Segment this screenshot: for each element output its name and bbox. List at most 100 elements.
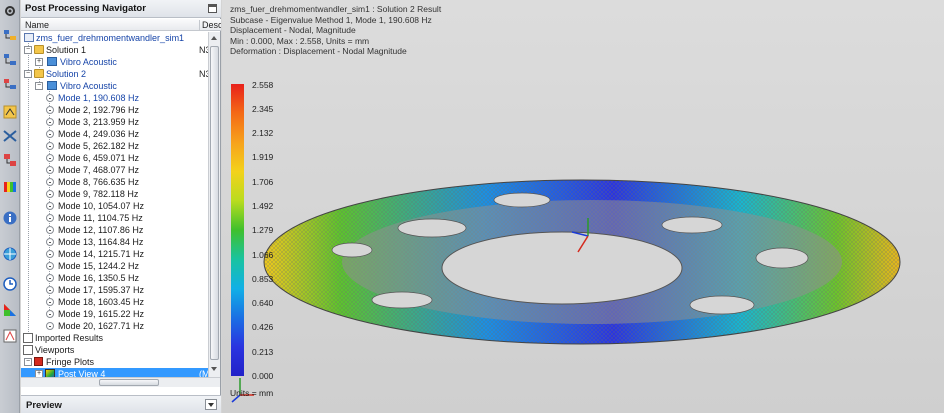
vertical-scrollbar[interactable] xyxy=(208,32,220,377)
part-navigator-icon[interactable] xyxy=(2,28,18,44)
mode-icon xyxy=(46,118,54,126)
system-materials-icon[interactable] xyxy=(2,328,18,344)
navigator-title: Post Processing Navigator xyxy=(25,3,146,14)
tree-item-viewports[interactable]: Viewports xyxy=(21,344,208,356)
column-description[interactable]: Desc xyxy=(199,20,221,30)
scrollbar-thumb[interactable] xyxy=(99,379,159,386)
tree-item-mode[interactable]: Mode 11, 1104.75 Hz xyxy=(21,212,208,224)
center-hole xyxy=(441,231,683,305)
mode-icon xyxy=(46,106,54,114)
tree-item-vibro-acoustic-2[interactable]: − Vibro Acoustic xyxy=(21,80,208,92)
mode-icon xyxy=(46,310,54,318)
tree-item-mode[interactable]: Mode 16, 1350.5 Hz xyxy=(21,272,208,284)
collapse-icon[interactable]: − xyxy=(24,46,32,54)
tree-item-mode[interactable]: Mode 14, 1215.71 Hz xyxy=(21,248,208,260)
fringe-plot-icon xyxy=(34,357,43,366)
folder-icon xyxy=(34,69,44,78)
tree-item-mode[interactable]: Mode 2, 192.796 Hz xyxy=(21,104,208,116)
scrollbar-thumb[interactable] xyxy=(210,46,219,360)
gear-icon[interactable] xyxy=(2,3,18,19)
mode-icon xyxy=(46,190,54,198)
mode-icon xyxy=(46,142,54,150)
maximize-icon[interactable] xyxy=(208,4,217,13)
navigator-tree: zms_fuer_drehmomentwandler_sim1 − Soluti… xyxy=(21,32,208,377)
legend-value: 0.853 xyxy=(252,274,274,284)
tree-item-mode[interactable]: Mode 1, 190.608 Hz xyxy=(21,92,208,104)
expand-icon[interactable]: + xyxy=(35,370,43,377)
constraint-navigator-icon[interactable] xyxy=(2,76,18,92)
mode-icon xyxy=(46,178,54,186)
mode-icon xyxy=(46,226,54,234)
tree-item-mode[interactable]: Mode 8, 766.635 Hz xyxy=(21,176,208,188)
simulation-navigator-icon[interactable] xyxy=(2,104,18,120)
tree-item-mode[interactable]: Mode 3, 213.959 Hz xyxy=(21,116,208,128)
mode-icon xyxy=(46,154,54,162)
tree-item-sim-file[interactable]: zms_fuer_drehmomentwandler_sim1 xyxy=(21,32,208,44)
vibro-acoustic-icon xyxy=(47,57,57,66)
tree-item-mode[interactable]: Mode 4, 249.036 Hz xyxy=(21,128,208,140)
tree-item-imported-results[interactable]: Imported Results xyxy=(21,332,208,344)
web-browser-icon[interactable] xyxy=(2,246,18,262)
fem-navigator-icon[interactable] xyxy=(2,128,18,144)
collapse-icon[interactable]: − xyxy=(24,358,32,366)
legend-value: 1.706 xyxy=(252,177,274,187)
graphics-window[interactable]: zms_fuer_drehmomentwandler_sim1 : Soluti… xyxy=(222,0,944,413)
mode-icon xyxy=(46,286,54,294)
legend-value: 1.279 xyxy=(252,225,274,235)
preview-panel-header[interactable]: Preview xyxy=(21,395,221,413)
legend-value: 1.919 xyxy=(252,152,274,162)
tree-item-vibro-acoustic-1[interactable]: + Vibro Acoustic xyxy=(21,56,208,68)
tree-item-mode[interactable]: Mode 10, 1054.07 Hz xyxy=(21,200,208,212)
tree-item-mode[interactable]: Mode 12, 1107.86 Hz xyxy=(21,224,208,236)
column-name[interactable]: Name xyxy=(25,20,49,30)
mode-icon xyxy=(46,94,54,102)
tree-item-mode[interactable]: Mode 7, 468.077 Hz xyxy=(21,164,208,176)
folder-icon xyxy=(34,45,44,54)
tree-item-mode[interactable]: Mode 17, 1595.37 Hz xyxy=(21,284,208,296)
fringe-results-icon[interactable] xyxy=(2,178,18,194)
scroll-up-icon[interactable] xyxy=(211,36,217,40)
post-processing-navigator-icon[interactable] xyxy=(2,152,18,168)
cutout xyxy=(493,192,551,208)
tree-item-mode[interactable]: Mode 13, 1164.84 Hz xyxy=(21,236,208,248)
history-clock-icon[interactable] xyxy=(2,276,18,292)
sim-file-icon xyxy=(24,33,34,42)
fem-model-view[interactable] xyxy=(222,0,944,413)
tree-item-mode[interactable]: Mode 6, 459.071 Hz xyxy=(21,152,208,164)
tree-item-post-view[interactable]: + Post View 4 (M xyxy=(21,368,208,377)
horizontal-scrollbar[interactable] xyxy=(21,377,220,387)
preview-label: Preview xyxy=(26,400,62,411)
tree-item-mode[interactable]: Mode 18, 1603.45 Hz xyxy=(21,296,208,308)
assembly-navigator-icon[interactable] xyxy=(2,52,18,68)
mode-icon xyxy=(46,262,54,270)
tree-item-solution-2[interactable]: − Solution 2 N3 xyxy=(21,68,208,80)
mode-icon xyxy=(46,298,54,306)
info-icon[interactable] xyxy=(2,210,18,226)
tree-item-mode[interactable]: Mode 20, 1627.71 Hz xyxy=(21,320,208,332)
tree-item-mode[interactable]: Mode 15, 1244.2 Hz xyxy=(21,260,208,272)
legend-value: 0.213 xyxy=(252,347,274,357)
checkbox-icon[interactable] xyxy=(23,333,33,343)
tree-item-mode[interactable]: Mode 9, 782.118 Hz xyxy=(21,188,208,200)
mode-icon xyxy=(46,238,54,246)
cutout xyxy=(755,247,809,269)
tree-item-solution-1[interactable]: − Solution 1 N3 xyxy=(21,44,208,56)
collapse-icon[interactable]: − xyxy=(35,82,43,90)
legend-units: Units = mm xyxy=(230,388,274,398)
cutout xyxy=(397,218,467,238)
legend-value: 2.345 xyxy=(252,104,274,114)
tree-item-fringe-plots[interactable]: − Fringe Plots xyxy=(21,356,208,368)
post-view-icon xyxy=(45,369,55,377)
tree-item-mode[interactable]: Mode 19, 1615.22 Hz xyxy=(21,308,208,320)
expand-icon[interactable]: + xyxy=(35,58,43,66)
legend-value: 0.426 xyxy=(252,322,274,332)
cutout xyxy=(661,216,723,234)
chevron-down-icon[interactable] xyxy=(205,399,217,410)
palette-icon[interactable] xyxy=(2,302,18,318)
legend-value: 2.558 xyxy=(252,80,274,90)
collapse-icon[interactable]: − xyxy=(24,70,32,78)
mode-icon xyxy=(46,202,54,210)
legend-value: 2.132 xyxy=(252,128,274,138)
tree-item-mode[interactable]: Mode 5, 262.182 Hz xyxy=(21,140,208,152)
scroll-down-icon[interactable] xyxy=(211,367,217,371)
